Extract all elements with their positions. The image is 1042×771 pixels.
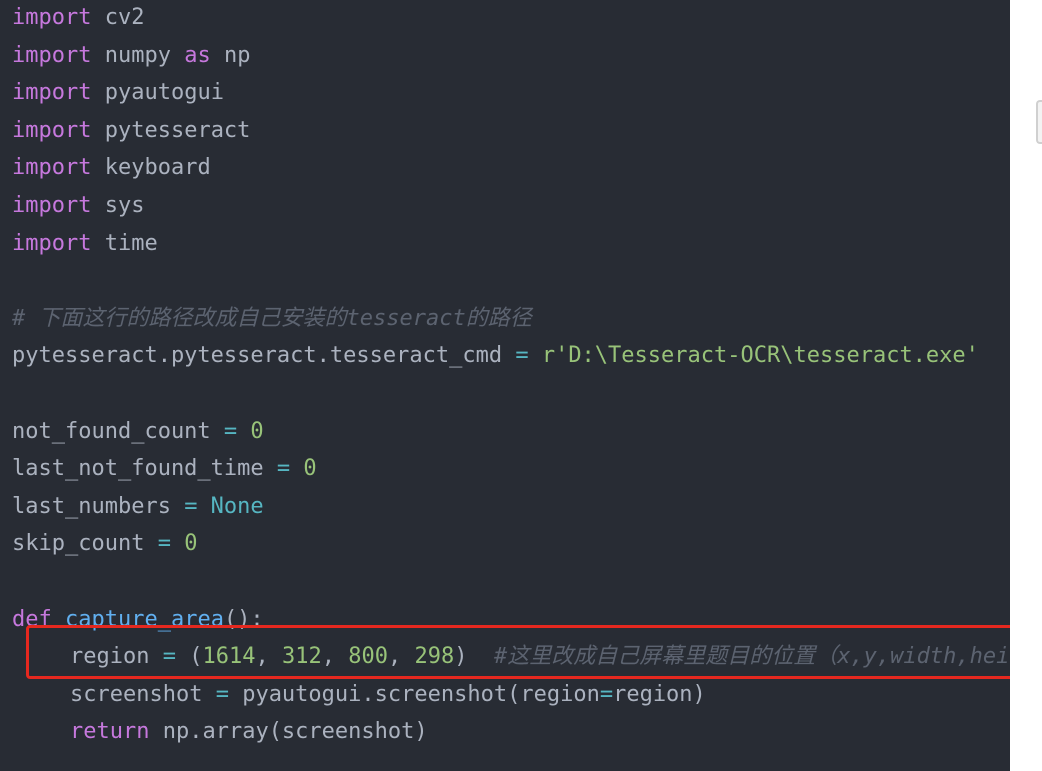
assign-target: not_found_count [12, 418, 224, 444]
operator: = [276, 456, 291, 482]
code-line-tesseract-cmd: pytesseract.pytesseract.tesseract_cmd = … [12, 337, 1010, 375]
code-editor[interactable]: import cv2 import numpy as np import pya… [0, 0, 1010, 771]
operator: = [599, 681, 614, 707]
code-line-2: import numpy as np [12, 37, 1010, 75]
code-line-last-not-found-time: last_not_found_time = 0 [12, 450, 1010, 488]
comment: # 下面这行的路径改成自己安装的tesseract的路径 [12, 305, 532, 331]
operator: = [223, 418, 238, 444]
assign-target: skip_count [12, 531, 158, 557]
module-name: pyautogui [91, 80, 224, 106]
module-name: time [91, 230, 158, 256]
keyword: return [70, 719, 150, 745]
operator: = [184, 493, 198, 519]
string-literal: r'D:\Tesseract-OCR\tesseract.exe' [528, 343, 979, 369]
code-line-3: import pyautogui [12, 74, 1010, 112]
module-name: sys [91, 192, 145, 218]
keyword: import [12, 117, 92, 143]
operator: = [215, 681, 229, 707]
module-name: pytesseract [91, 117, 251, 143]
code-line-return: return np.array(screenshot) [12, 713, 1010, 751]
assign-target: last_not_found_time [12, 456, 277, 482]
keyword: import [12, 42, 92, 68]
code-line-screenshot: screenshot = pyautogui.screenshot(region… [12, 676, 1010, 714]
keyword: import [12, 192, 92, 218]
code-line-last-numbers: last_numbers = None [12, 488, 1010, 526]
code-line-7: import time [12, 225, 1010, 263]
call-args: region) [613, 681, 706, 707]
operator: = [515, 343, 529, 369]
module-name: numpy [91, 42, 185, 68]
keyword: import [12, 80, 92, 106]
code-line-5: import keyboard [12, 149, 1010, 187]
code-line-skip-count: skip_count = 0 [12, 525, 1010, 563]
operator: = [157, 531, 171, 557]
scrollbar-thumb[interactable] [1036, 100, 1042, 144]
number-literal: 0 [290, 456, 317, 482]
code-line-4: import pytesseract [12, 112, 1010, 150]
call-expression: pyautogui.screenshot(region [228, 681, 600, 707]
code-line-comment: # 下面这行的路径改成自己安装的tesseract的路径 [12, 300, 1010, 338]
assign-target: screenshot [70, 681, 216, 707]
return-expression: np.array(screenshot) [149, 719, 428, 745]
constant: None [197, 493, 264, 519]
module-name: cv2 [91, 5, 145, 30]
assign-target: last_numbers [12, 493, 185, 519]
keyword: import [12, 5, 92, 30]
code-line-1: import cv2 [12, 0, 1010, 37]
code-line-6: import sys [12, 187, 1010, 225]
region-highlight-box [26, 625, 1010, 679]
module-name: keyboard [91, 155, 211, 181]
code-line-not-found-count: not_found_count = 0 [12, 413, 1010, 451]
keyword: import [12, 230, 92, 256]
assign-target: pytesseract.pytesseract.tesseract_cmd [12, 343, 516, 369]
number-literal: 0 [237, 418, 264, 444]
alias-name: np [210, 42, 251, 68]
number-literal: 0 [170, 531, 198, 557]
keyword: as [184, 42, 211, 68]
keyword: import [12, 155, 92, 181]
